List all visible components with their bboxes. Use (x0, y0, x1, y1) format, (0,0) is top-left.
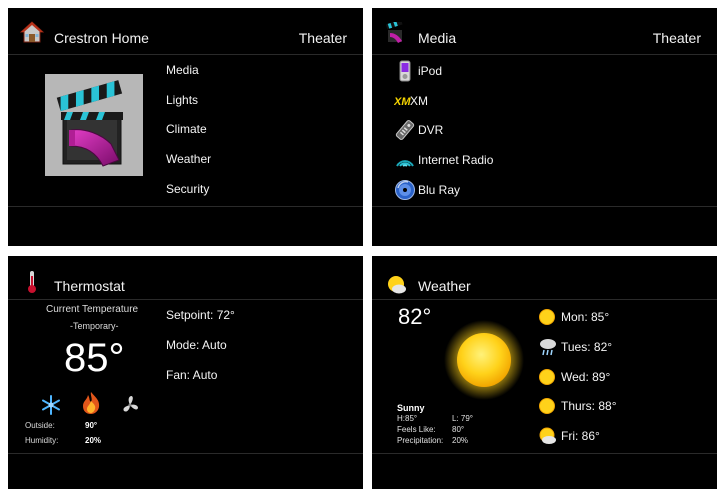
setpoint-button[interactable]: Setpoint: 72° (166, 308, 235, 322)
remote-icon (395, 120, 415, 140)
source-label: XM (410, 94, 428, 108)
partly-cloudy-icon (388, 276, 406, 294)
current-temperature-value: 82° (398, 304, 432, 329)
media-header: Media Theater (372, 8, 717, 54)
source-ipod[interactable]: iPod (394, 60, 694, 84)
forecast-label: Thurs: 88° (561, 399, 617, 413)
low-temperature: L: 79° (452, 414, 473, 423)
page-title: Crestron Home (54, 30, 149, 46)
outside-label: Outside: (25, 421, 55, 430)
room-label[interactable]: Theater (299, 29, 347, 47)
radio-waves-icon (396, 160, 414, 167)
partly-cloudy-icon (539, 427, 556, 444)
svg-text:XM: XM (394, 96, 411, 108)
home-header: Crestron Home Theater (8, 8, 363, 54)
source-internet-radio[interactable]: Internet Radio (394, 149, 694, 173)
page-title: Thermostat (54, 278, 125, 294)
current-temperature-value: 85° (64, 336, 125, 380)
weather-header: Weather (372, 256, 717, 302)
media-panel: Media Theater iPod XM XM DVR Internet Ra… (372, 8, 717, 246)
footer-divider (372, 453, 717, 454)
flame-icon[interactable] (80, 391, 102, 415)
precipitation-value: 20% (452, 436, 469, 445)
menu-item-lights[interactable]: Lights (166, 92, 198, 108)
current-temperature-label: Current Temperature (46, 304, 139, 315)
sun-icon (539, 309, 555, 325)
sun-icon (539, 369, 555, 385)
bluray-disc-icon (395, 180, 415, 200)
header-divider (372, 54, 717, 55)
media-hero-image (45, 74, 143, 176)
large-sun-icon (444, 320, 524, 400)
forecast-label: Mon: 85° (561, 310, 610, 324)
footer-divider (8, 453, 363, 454)
outside-value: 90° (85, 421, 98, 430)
thermostat-header: Thermostat (8, 256, 363, 302)
home-panel: Crestron Home Theater Media Lights Clima… (8, 8, 363, 246)
feels-like-label: Feels Like: (397, 425, 436, 434)
source-blu-ray[interactable]: Blu Ray (394, 179, 694, 203)
source-label: Blu Ray (418, 183, 461, 197)
precipitation-label: Precipitation: (397, 436, 444, 445)
rain-cloud-icon (540, 339, 556, 356)
menu-item-security[interactable]: Security (166, 181, 209, 197)
condition-text: Sunny (397, 403, 425, 413)
clapperboard-icon (56, 80, 123, 167)
high-temperature: H:85° (397, 414, 418, 423)
mode-button[interactable]: Mode: Auto (166, 338, 227, 352)
forecast-label: Fri: 86° (561, 429, 600, 443)
humidity-label: Humidity: (25, 436, 59, 445)
hold-mode-note: -Temporary- (70, 321, 119, 331)
forecast-fri[interactable]: Fri: 86° (538, 425, 688, 449)
footer-divider (8, 206, 363, 207)
header-divider (8, 54, 363, 55)
film-clapper-icon (386, 22, 403, 43)
menu-item-media[interactable]: Media (166, 62, 199, 78)
menu-item-weather[interactable]: Weather (166, 151, 211, 167)
feels-like-value: 80° (452, 425, 465, 434)
forecast-thurs[interactable]: Thurs: 88° (538, 395, 688, 419)
thermometer-icon (28, 271, 36, 293)
weather-panel: Weather 82° Sunny H:85° L: 79° Feels Lik… (372, 256, 717, 489)
source-label: Internet Radio (418, 153, 494, 167)
forecast-mon[interactable]: Mon: 85° (538, 306, 688, 330)
ipod-icon (399, 60, 411, 82)
header-divider (8, 299, 363, 300)
forecast-label: Wed: 89° (561, 370, 611, 384)
fan-button[interactable]: Fan: Auto (166, 368, 217, 382)
forecast-label: Tues: 82° (561, 340, 613, 354)
source-label: iPod (418, 64, 443, 78)
page-title: Weather (418, 278, 471, 294)
humidity-value: 20% (85, 436, 102, 445)
forecast-wed[interactable]: Wed: 89° (538, 366, 688, 390)
footer-divider (372, 206, 717, 207)
forecast-tues[interactable]: Tues: 82° (538, 336, 688, 360)
header-divider (372, 299, 717, 300)
room-label[interactable]: Theater (653, 29, 701, 47)
source-label: DVR (418, 123, 444, 137)
sun-icon (539, 398, 555, 414)
source-xm[interactable]: XM XM (394, 90, 694, 114)
snowflake-icon[interactable] (40, 394, 62, 416)
thermostat-panel: Thermostat Current Temperature -Temporar… (8, 256, 363, 489)
menu-item-climate[interactable]: Climate (166, 121, 207, 137)
fan-icon[interactable] (120, 395, 140, 415)
page-title: Media (418, 30, 457, 46)
house-icon (20, 21, 44, 43)
source-dvr[interactable]: DVR (394, 119, 694, 143)
